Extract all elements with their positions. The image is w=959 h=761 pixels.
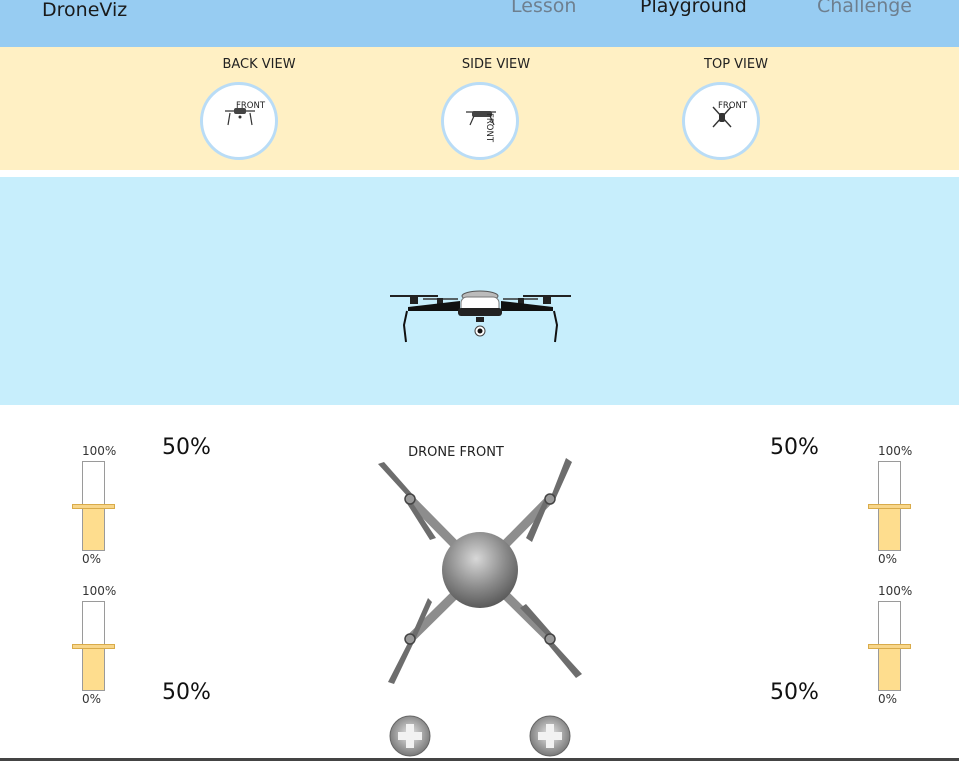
back-right-percent: 50% — [770, 680, 819, 705]
back-left-propeller-icon[interactable] — [388, 598, 432, 684]
nav-challenge[interactable]: Challenge — [817, 0, 912, 17]
slider-max-label: 100% — [878, 444, 913, 458]
back-right-propeller-icon[interactable] — [520, 604, 582, 678]
slider-handle[interactable] — [72, 504, 115, 509]
flight-scene — [0, 177, 959, 405]
drone-top-thumbnail-icon — [712, 106, 732, 128]
motor-control-panel: 100% 0% 50% 100% 0% 50% 100% 0% 50% 100%… — [0, 405, 959, 759]
slider-min-label: 0% — [878, 692, 898, 706]
back-left-percent: 50% — [162, 680, 211, 705]
slider-min-label: 0% — [878, 552, 898, 566]
side-view-button[interactable]: FRONT — [441, 82, 519, 160]
slider-max-label: 100% — [878, 584, 913, 598]
back-view-title: BACK VIEW — [222, 57, 296, 72]
top-nav-bar: DroneViz Lesson Playground Challenge — [0, 0, 959, 47]
slider-handle[interactable] — [72, 644, 115, 649]
front-right-throttle-slider[interactable]: 100% 0% — [868, 444, 914, 566]
back-view-button[interactable]: FRONT — [200, 82, 278, 160]
front-right-propeller-icon[interactable] — [526, 458, 572, 542]
front-left-percent: 50% — [162, 435, 211, 460]
front-left-throttle-slider[interactable]: 100% 0% — [72, 444, 118, 566]
top-view-button[interactable]: FRONT — [682, 82, 760, 160]
slider-fill — [83, 645, 104, 690]
slider-max-label: 100% — [82, 584, 117, 598]
front-left-propeller-icon[interactable] — [378, 462, 436, 540]
back-view-front-label: FRONT — [236, 101, 266, 111]
slider-fill — [83, 505, 104, 550]
side-view-title: SIDE VIEW — [461, 57, 531, 72]
left-joystick-icon[interactable] — [389, 715, 431, 757]
drone-back-thumbnail-icon — [225, 108, 255, 126]
drone-side-thumbnail-icon — [466, 111, 496, 126]
slider-handle[interactable] — [868, 504, 911, 509]
drone-top-diagram — [378, 458, 582, 757]
drone-icon — [390, 290, 571, 343]
slider-fill — [879, 505, 900, 550]
top-view-front-label: FRONT — [718, 101, 748, 111]
front-right-percent: 50% — [770, 435, 819, 460]
back-left-throttle-slider[interactable]: 100% 0% — [72, 584, 118, 706]
slider-min-label: 0% — [82, 552, 102, 566]
drone-body — [442, 532, 518, 608]
slider-max-label: 100% — [82, 444, 117, 458]
slider-handle[interactable] — [868, 644, 911, 649]
back-right-throttle-slider[interactable]: 100% 0% — [868, 584, 914, 706]
app-title: DroneViz — [42, 0, 128, 21]
view-selector: BACK VIEW FRONT SIDE VIEW FRONT TOP VIEW… — [0, 47, 959, 170]
slider-min-label: 0% — [82, 692, 102, 706]
top-view-title: TOP VIEW — [704, 57, 768, 72]
nav-lesson[interactable]: Lesson — [511, 0, 576, 17]
slider-fill — [879, 645, 900, 690]
right-joystick-icon[interactable] — [529, 715, 571, 757]
nav-playground[interactable]: Playground — [640, 0, 747, 17]
drone-render — [390, 290, 571, 343]
side-view-front-label: FRONT — [484, 113, 494, 143]
